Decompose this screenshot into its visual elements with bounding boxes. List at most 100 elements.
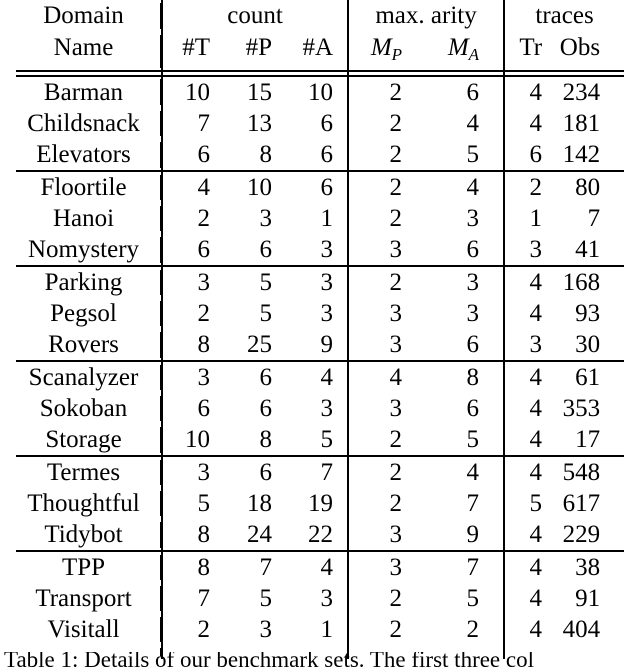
- cell-traces-obs: 617: [562, 489, 601, 517]
- cell-max-pred-arity: 3: [347, 392, 427, 424]
- cell-max-action-arity: 7: [466, 489, 480, 517]
- cell-num-actions: 7: [320, 458, 334, 486]
- table-header-row-columns: Name #T #P #A MP MA Tr Obs: [16, 32, 624, 71]
- cell-traces-obs: 91: [575, 584, 601, 612]
- cell-num-predicates: 15: [247, 78, 272, 106]
- table-row: Scanalyzer 3 6 4 4 8 4 61: [16, 361, 624, 393]
- cell-num-predicates: 10: [247, 173, 272, 201]
- table-row: Transport 7 5 3 2 5 4 91: [16, 582, 624, 614]
- cell-num-predicates: 6: [259, 363, 273, 391]
- cell-num-predicates: 3: [259, 204, 273, 232]
- cell-max-pred-arity: 2: [347, 107, 427, 139]
- row-domain-name: Sokoban: [39, 394, 128, 422]
- cell-max-action-arity: 8: [466, 363, 480, 391]
- cell-max-action-arity: 5: [466, 584, 480, 612]
- cell-num-types: 2: [161, 202, 224, 234]
- cell-num-predicates: 5: [259, 268, 273, 296]
- cell-num-actions: 4: [320, 363, 334, 391]
- table-row: Pegsol 2 5 3 3 3 4 93: [16, 297, 624, 329]
- header-num-predicates: #P: [245, 34, 272, 61]
- row-domain-name: Rovers: [48, 330, 119, 358]
- cell-num-actions: 3: [320, 584, 334, 612]
- cell-max-pred-arity: 3: [347, 297, 427, 329]
- cell-num-actions: 3: [320, 299, 334, 327]
- caption-text: Table 1: Details of our benchmark sets. …: [4, 652, 534, 667]
- row-domain-name: Storage: [45, 425, 122, 453]
- cell-max-action-arity: 2: [466, 615, 480, 643]
- cell-num-actions: 3: [320, 268, 334, 296]
- cell-num-predicates: 13: [247, 109, 272, 137]
- cell-traces-obs: 353: [562, 394, 601, 422]
- cell-max-pred-arity: 4: [347, 361, 427, 393]
- cell-traces-obs: 7: [587, 204, 601, 232]
- cell-max-pred-arity: 2: [347, 456, 427, 488]
- cell-traces-obs: 41: [575, 235, 601, 263]
- row-domain-name: Parking: [44, 268, 123, 296]
- cell-max-action-arity: 4: [466, 109, 480, 137]
- table-figure-page: Domain count max. arity traces Name #T #…: [0, 0, 640, 667]
- cell-num-actions: 10: [308, 78, 334, 106]
- row-domain-name: Termes: [46, 458, 121, 486]
- cell-traces-tr: 4: [503, 423, 557, 456]
- table-row: Visitall 2 3 1 2 2 4 404: [16, 613, 624, 645]
- cell-num-types: 7: [161, 582, 224, 614]
- cell-traces-obs: 168: [562, 268, 601, 296]
- cell-traces-tr: 3: [503, 233, 557, 266]
- row-domain-name: Childsnack: [27, 109, 140, 137]
- table-row: Nomystery 6 6 3 3 6 3 41: [16, 233, 624, 266]
- cell-num-actions: 1: [320, 615, 334, 643]
- cell-max-pred-arity: 3: [347, 518, 427, 551]
- cell-num-actions: 3: [320, 235, 334, 263]
- cell-num-actions: 19: [308, 489, 334, 517]
- cell-num-predicates: 24: [247, 520, 272, 548]
- cell-traces-obs: 17: [575, 425, 601, 453]
- cell-num-predicates: 6: [259, 458, 273, 486]
- cell-max-action-arity: 9: [466, 520, 480, 548]
- cell-num-types: 6: [161, 138, 224, 171]
- cell-traces-obs: 80: [575, 173, 601, 201]
- cell-num-types: 7: [161, 107, 224, 139]
- cell-num-predicates: 6: [259, 394, 273, 422]
- cell-num-types: 2: [161, 613, 224, 645]
- cell-traces-obs: 229: [562, 520, 601, 548]
- cell-traces-obs: 548: [562, 458, 601, 486]
- table-row: Tidybot 8 24 22 3 9 4 229: [16, 518, 624, 551]
- cell-num-types: 4: [161, 171, 224, 203]
- cell-traces-tr: 3: [503, 328, 557, 361]
- cell-traces-obs: 93: [575, 299, 601, 327]
- row-domain-name: Pegsol: [50, 299, 117, 327]
- cell-max-action-arity: 6: [466, 394, 480, 422]
- cell-traces-tr: 4: [503, 392, 557, 424]
- cell-traces-tr: 4: [503, 266, 557, 298]
- header-num-actions: #A: [302, 34, 334, 61]
- cell-num-types: 2: [161, 297, 224, 329]
- header-group-max-arity: max. arity: [347, 0, 505, 32]
- row-domain-name: Floortile: [40, 173, 127, 201]
- cell-traces-obs: 234: [562, 78, 601, 106]
- cell-max-action-arity: 4: [466, 458, 480, 486]
- cell-max-pred-arity: 2: [347, 613, 427, 645]
- cell-num-predicates: 8: [259, 425, 273, 453]
- figure-caption-clipped: Table 1: Details of our benchmark sets. …: [0, 652, 640, 667]
- cell-max-action-arity: 3: [466, 268, 480, 296]
- cell-num-predicates: 18: [247, 489, 272, 517]
- cell-traces-obs: 30: [575, 330, 601, 358]
- table-row: Floortile 4 10 6 2 4 2 80: [16, 171, 624, 203]
- cell-max-action-arity: 7: [466, 553, 480, 581]
- cell-traces-obs: 181: [562, 109, 601, 137]
- row-domain-name: Scanalyzer: [28, 363, 139, 391]
- cell-num-types: 6: [161, 392, 224, 424]
- cell-num-predicates: 8: [259, 140, 273, 168]
- cell-num-predicates: 25: [247, 330, 272, 358]
- cell-num-actions: 6: [320, 109, 334, 137]
- cell-traces-tr: 5: [503, 487, 557, 519]
- table-row: Termes 3 6 7 2 4 4 548: [16, 456, 624, 488]
- cell-traces-obs: 61: [575, 363, 601, 391]
- cell-num-types: 8: [161, 328, 224, 361]
- cell-max-action-arity: 5: [466, 425, 480, 453]
- table-row: Parking 3 5 3 2 3 4 168: [16, 266, 624, 298]
- table-body: Domain count max. arity traces Name #T #…: [16, 0, 625, 659]
- cell-max-action-arity: 3: [466, 204, 480, 232]
- cell-num-actions: 4: [320, 553, 334, 581]
- cell-max-pred-arity: 2: [347, 582, 427, 614]
